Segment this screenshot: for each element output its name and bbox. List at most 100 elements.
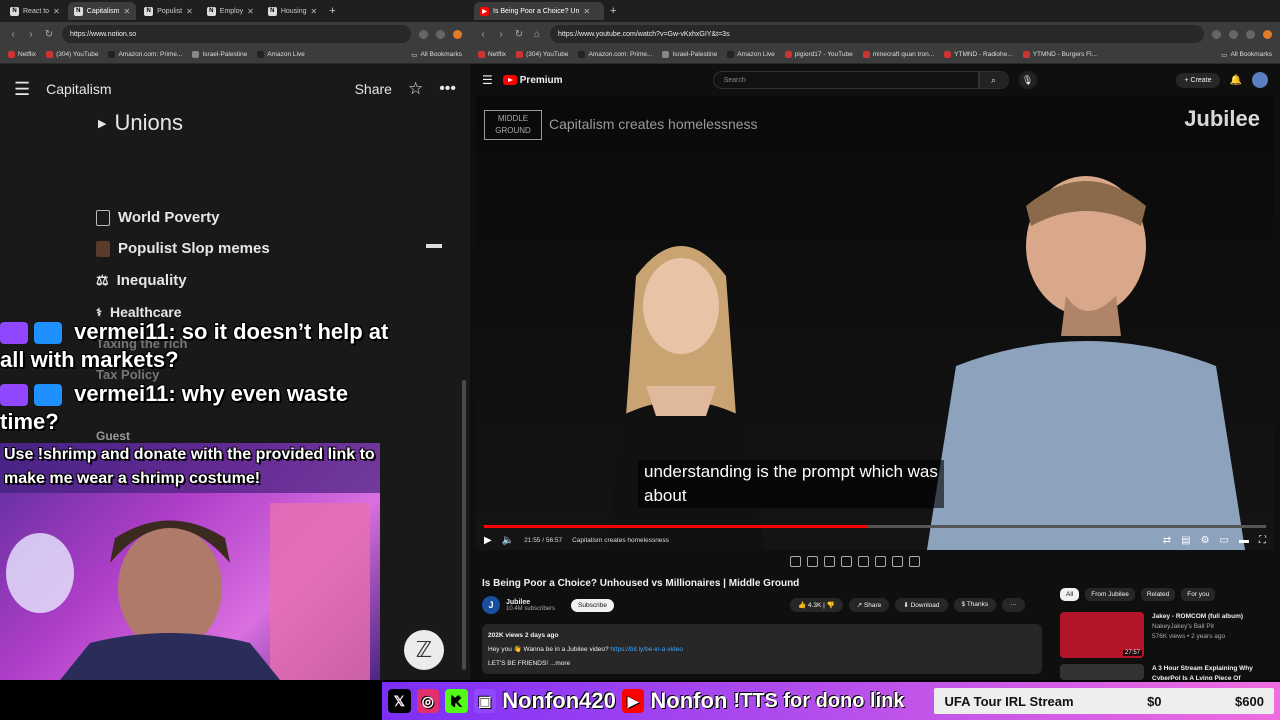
close-tab-icon[interactable]: ✕ [311, 7, 318, 16]
bookmark-ytmnd-radiohead[interactable]: YTMND - Radiohe... [944, 51, 1013, 58]
channel-avatar[interactable]: J [482, 596, 500, 614]
profile-icon[interactable] [453, 29, 462, 39]
drag-handle-icon[interactable] [426, 244, 442, 248]
reload-icon[interactable]: ↻ [44, 29, 54, 40]
rec-title[interactable]: A 3 Hour Stream Explaining Why CyberPol … [1152, 665, 1253, 680]
theater-icon[interactable]: ▬ [1239, 535, 1249, 546]
page-title[interactable]: Capitalism [46, 81, 338, 97]
share-button[interactable]: ↗ Share [848, 598, 890, 612]
new-tab-icon[interactable]: + [610, 5, 616, 17]
bookmark-minecraft[interactable]: minecraft quan tron... [862, 51, 934, 58]
volume-icon[interactable]: 🔈 [502, 535, 514, 546]
extension-icon[interactable] [436, 29, 445, 39]
bookmark-youtube[interactable]: (304) YouTube [516, 51, 568, 58]
forward-icon[interactable]: › [496, 29, 506, 40]
subtitles-icon[interactable]: ▤ [1181, 535, 1190, 546]
extension-icon[interactable] [419, 29, 428, 39]
chapter-title[interactable]: Capitalism creates homelessness [572, 537, 669, 544]
tab-housing[interactable]: N Housing ✕ [262, 2, 323, 20]
avatar[interactable] [1252, 72, 1268, 88]
bookmark-israel-palestine[interactable]: Israel-Palestine [192, 51, 247, 58]
address-input[interactable]: https://www.youtube.com/watch?v=Gw-vKxhx… [550, 25, 1204, 43]
tab-capitalism[interactable]: N Capitalism ✕ [67, 2, 137, 20]
tab-react[interactable]: N React to ✕ [4, 2, 66, 20]
bookmark-youtube[interactable]: (304) YouTube [46, 51, 98, 58]
bookmark-netflix[interactable]: Netflix [8, 51, 36, 58]
notifications-icon[interactable]: 🔔 [1230, 75, 1242, 86]
video-description[interactable]: 202K views 2 days ago Hey you 👋 Wanna be… [482, 624, 1042, 674]
close-tab-icon[interactable]: ✕ [186, 7, 193, 16]
all-bookmarks[interactable]: ▭ All Bookmarks [1221, 51, 1272, 59]
video-thumbnail[interactable] [1060, 664, 1144, 680]
share-button[interactable]: Share [355, 81, 392, 97]
video-thumbnail[interactable]: 27:57 [1060, 612, 1144, 658]
show-more-link[interactable]: LET'S BE FRIENDS! ...more [488, 657, 1036, 671]
play-icon[interactable]: ▶ [484, 535, 492, 546]
channel-name[interactable]: Jubilee [506, 599, 555, 606]
tool-icon[interactable] [841, 556, 852, 567]
fullscreen-icon[interactable]: ⛶ [1259, 535, 1266, 546]
forward-icon[interactable]: › [26, 29, 36, 40]
download-button[interactable]: ⬇ Download [895, 598, 948, 612]
more-actions-icon[interactable]: ··· [1002, 598, 1025, 612]
tab-populist[interactable]: N Populist ✕ [138, 2, 199, 20]
menu-icon[interactable]: ☰ [14, 79, 30, 100]
bookmark-pigiord[interactable]: pigiord17 - YouTube [784, 51, 853, 58]
recommended-video[interactable]: A 3 Hour Stream Explaining Why CyberPol … [1060, 664, 1262, 680]
like-button[interactable]: 👍 4.3K | 👎 [790, 598, 843, 612]
chip-for-you[interactable]: For you [1181, 588, 1216, 601]
tool-icon[interactable] [875, 556, 886, 567]
tab-employ[interactable]: N Employ ✕ [201, 2, 260, 20]
extension-icon[interactable] [1212, 29, 1221, 39]
address-input[interactable]: https://www.notion.so [62, 25, 411, 43]
tool-icon[interactable] [909, 556, 920, 567]
extension-icon[interactable] [1229, 29, 1238, 39]
bookmark-amazon-live[interactable]: Amazon Live [727, 51, 775, 58]
back-icon[interactable]: ‹ [478, 29, 488, 40]
toggle-arrow-icon[interactable]: ▶ [98, 117, 106, 130]
youtube-logo[interactable]: Premium [502, 75, 563, 86]
home-icon[interactable]: ⌂ [532, 29, 542, 40]
miniplayer-icon[interactable]: ▭ [1220, 535, 1229, 546]
scrollbar[interactable] [462, 380, 466, 670]
chip-related[interactable]: Related [1140, 588, 1176, 601]
star-icon[interactable]: ☆ [408, 79, 423, 99]
more-icon[interactable]: ••• [439, 80, 456, 98]
tool-icon[interactable] [858, 556, 869, 567]
autoplay-toggle[interactable]: ⇄ [1163, 535, 1171, 546]
close-tab-icon[interactable]: ✕ [123, 7, 130, 16]
new-tab-icon[interactable]: + [329, 5, 335, 17]
bookmark-ytmnd-burgers[interactable]: YTMND - Burgers Fl... [1022, 51, 1097, 58]
chip-all[interactable]: All [1060, 588, 1080, 601]
close-tab-icon[interactable]: ✕ [53, 7, 60, 16]
subscribe-button[interactable]: Subscribe [571, 598, 614, 612]
close-tab-icon[interactable]: ✕ [247, 7, 254, 16]
bookmark-amazon[interactable]: Amazon.com: Prime... [108, 51, 182, 58]
recommended-video[interactable]: 27:57 Jakey - ROMCOM (full album) NakeyJ… [1060, 612, 1262, 658]
close-tab-icon[interactable]: ✕ [583, 7, 590, 16]
page-link-world-poverty[interactable]: World Poverty [96, 209, 219, 226]
all-bookmarks[interactable]: ▭ All Bookmarks [411, 51, 462, 59]
bookmark-israel-palestine[interactable]: Israel-Palestine [662, 51, 717, 58]
video-progress-bar[interactable] [484, 525, 1266, 528]
thanks-button[interactable]: $ Thanks [953, 598, 997, 612]
toggle-unions[interactable]: ▶ Unions [98, 110, 183, 136]
search-button[interactable]: ⌕ [978, 71, 1009, 89]
search-input[interactable]: Search [712, 71, 979, 89]
tool-icon[interactable] [807, 556, 818, 567]
tool-icon[interactable] [824, 556, 835, 567]
bookmark-amazon-live[interactable]: Amazon Live [257, 51, 305, 58]
extension-icon[interactable] [1246, 29, 1255, 39]
chip-from-jubilee[interactable]: From Jubilee [1085, 588, 1135, 601]
rec-title[interactable]: Jakey - ROMCOM (full album) [1152, 613, 1243, 620]
tool-icon[interactable] [892, 556, 903, 567]
video-player[interactable]: MIDDLE GROUND Capitalism creates homeles… [476, 96, 1274, 550]
bookmark-amazon[interactable]: Amazon.com: Prime... [578, 51, 652, 58]
page-link-populist-slop-memes[interactable]: Populist Slop memes [96, 240, 270, 257]
description-link[interactable]: https://bit.ly/be-in-a-video [610, 646, 683, 653]
create-button[interactable]: + Create [1176, 72, 1220, 88]
tool-icon[interactable] [790, 556, 801, 567]
tab-youtube-video[interactable]: ▶ Is Being Poor a Choice? Un ✕ [474, 2, 604, 20]
profile-icon[interactable] [1263, 29, 1272, 39]
back-icon[interactable]: ‹ [8, 29, 18, 40]
